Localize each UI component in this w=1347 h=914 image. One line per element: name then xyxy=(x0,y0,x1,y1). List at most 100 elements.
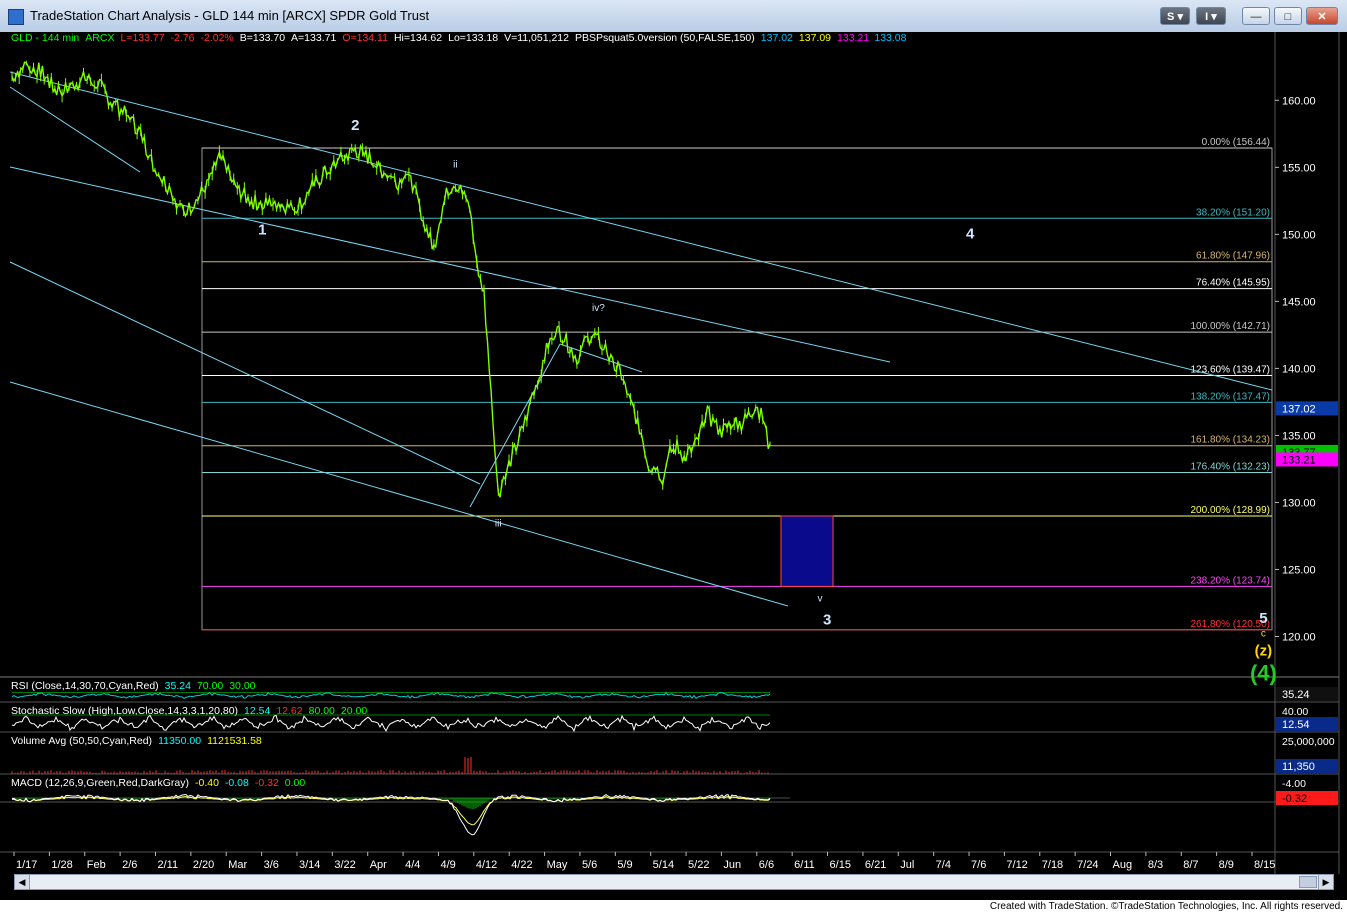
window-title: TradeStation Chart Analysis - GLD 144 mi… xyxy=(30,8,430,23)
wave-label: (4) xyxy=(1250,661,1277,686)
indicator-last-label: 11,350 xyxy=(1282,761,1315,773)
time-axis-label: 5/14 xyxy=(653,859,674,871)
minimize-button[interactable]: — xyxy=(1242,7,1270,25)
wave-label: 3 xyxy=(823,611,831,628)
price-axis-label: 145.00 xyxy=(1282,296,1316,308)
fib-level-label: 61.80% (147.96) xyxy=(1196,251,1270,262)
header-item: ARCX xyxy=(85,32,114,44)
price-axis-label: 120.00 xyxy=(1282,631,1316,643)
wave-label: (z) xyxy=(1255,642,1273,659)
indicator-title: RSI (Close,14,30,70,Cyan,Red) 35.24 70.00 3… xyxy=(11,680,256,692)
time-axis-label: 3/6 xyxy=(264,859,279,871)
indicator-value: 70.00 xyxy=(197,680,223,692)
chevron-down-icon: ▾ xyxy=(1211,11,1217,23)
fib-level-label: 0.00% (156.44) xyxy=(1202,137,1270,148)
price-tag-label: 133.21 xyxy=(1282,454,1316,466)
indicator-value: 1121531.58 xyxy=(207,735,262,747)
time-axis-label: 5/6 xyxy=(582,859,597,871)
fib-level-label: 38.20% (151.20) xyxy=(1196,207,1270,218)
header-item: 137.09 xyxy=(799,32,831,44)
time-axis-label: 6/11 xyxy=(794,859,815,871)
indicator-title: Volume Avg (50,50,Cyan,Red) 11350.00 11215… xyxy=(11,735,262,747)
header-item: 137.02 xyxy=(761,32,793,44)
time-axis-label: Mar xyxy=(228,859,247,871)
minimize-icon: — xyxy=(1250,11,1262,23)
time-axis-label: 7/24 xyxy=(1077,859,1098,871)
time-axis-label: 8/15 xyxy=(1254,859,1275,871)
indicator-value: -0.32 xyxy=(255,777,279,789)
time-axis-label: 8/9 xyxy=(1219,859,1234,871)
indicator-axis-label: -4.00 xyxy=(1282,778,1306,790)
header-item: 133.21 xyxy=(837,32,869,44)
title-bar: TradeStation Chart Analysis - GLD 144 mi… xyxy=(0,0,1347,33)
time-axis-label: 6/21 xyxy=(865,859,886,871)
price-axis-label: 130.00 xyxy=(1282,497,1316,509)
time-axis-label: Feb xyxy=(87,859,106,871)
close-icon: ✕ xyxy=(1317,11,1327,23)
header-item: 133.08 xyxy=(874,32,906,44)
wave-label: 4 xyxy=(966,225,975,242)
time-axis-label: 8/3 xyxy=(1148,859,1163,871)
scroll-right-icon[interactable]: ▶ xyxy=(1318,875,1333,889)
time-axis-label: 7/18 xyxy=(1042,859,1063,871)
indicator-value: 35.24 xyxy=(165,680,191,692)
time-axis-label: 6/15 xyxy=(830,859,851,871)
time-axis-label: 5/9 xyxy=(617,859,632,871)
header-item: A=133.71 xyxy=(291,32,336,44)
indicator-value: 0.00 xyxy=(285,777,306,789)
price-axis-label: 140.00 xyxy=(1282,363,1316,375)
price-axis-label: 150.00 xyxy=(1282,229,1316,241)
symbol-link-label: S xyxy=(1167,11,1175,23)
header-item: B=133.70 xyxy=(240,32,285,44)
fib-level-label: 200.00% (128.99) xyxy=(1190,505,1270,516)
indicator-axis-label: 25,000,000 xyxy=(1282,736,1335,748)
indicator-name: MACD (12,26,9,Green,Red,DarkGray) xyxy=(11,777,189,789)
interval-link-label: I xyxy=(1205,11,1209,23)
header-item: Hi=134.62 xyxy=(394,32,442,44)
price-axis-label: 160.00 xyxy=(1282,95,1316,107)
time-axis-label: 4/22 xyxy=(511,859,532,871)
time-axis-label: 8/7 xyxy=(1183,859,1198,871)
header-item: GLD - 144 min xyxy=(11,32,79,44)
time-axis-label: Jul xyxy=(900,859,914,871)
close-button[interactable]: ✕ xyxy=(1306,7,1338,25)
price-axis-label: 155.00 xyxy=(1282,162,1316,174)
wave-label: iii xyxy=(495,519,502,530)
indicator-value: 11350.00 xyxy=(158,735,201,747)
interval-link-button[interactable]: I ▾ xyxy=(1196,7,1226,25)
time-axis-label: 2/11 xyxy=(157,859,178,871)
header-item: -2.02% xyxy=(201,32,234,44)
header-item: Lo=133.18 xyxy=(448,32,498,44)
time-axis-label: 1/28 xyxy=(51,859,72,871)
price-axis-label: 135.00 xyxy=(1282,430,1316,442)
footer-credit: Created with TradeStation. ©TradeStation… xyxy=(989,901,1343,912)
indicator-value: -0.40 xyxy=(195,777,219,789)
wave-label: v xyxy=(818,594,823,605)
time-scrollbar[interactable]: ◀ ▶ xyxy=(14,874,1334,890)
header-item: O=134.11 xyxy=(342,32,388,44)
time-axis-label: May xyxy=(547,859,568,871)
fib-level-label: 161.80% (134.23) xyxy=(1190,435,1270,446)
maximize-icon: □ xyxy=(1284,11,1292,23)
wave-label: ii xyxy=(453,159,457,170)
app-icon xyxy=(8,9,24,25)
indicator-axis-label: 40.00 xyxy=(1282,706,1308,718)
chart-window: TradeStation Chart Analysis - GLD 144 mi… xyxy=(0,0,1347,900)
indicator-value: 30.00 xyxy=(229,680,255,692)
time-axis-label: 3/22 xyxy=(334,859,355,871)
scroll-thumb[interactable] xyxy=(1299,876,1317,888)
time-axis-label: 3/14 xyxy=(299,859,320,871)
time-axis-label: Aug xyxy=(1113,859,1133,871)
chart-canvas[interactable]: 0.00% (156.44) 38.20% (151.20) 61.80% (147… xyxy=(0,32,1347,874)
fib-level-label: 100.00% (142.71) xyxy=(1190,321,1270,332)
time-axis-label: 7/12 xyxy=(1006,859,1027,871)
wave-label: iv? xyxy=(592,303,605,314)
fib-level-label: 261.80% (120.50) xyxy=(1190,619,1270,630)
price-axis-label: 125.00 xyxy=(1282,564,1316,576)
price-tag-label: 137.02 xyxy=(1282,403,1316,415)
maximize-button[interactable]: □ xyxy=(1274,7,1302,25)
symbol-link-button[interactable]: S ▾ xyxy=(1160,7,1190,25)
fib-level-label: 238.20% (123.74) xyxy=(1190,575,1270,586)
chart-header: GLD - 144 min ARCX L=133.77 -2.76 -2.02% B=13… xyxy=(11,32,907,44)
scroll-left-icon[interactable]: ◀ xyxy=(15,875,30,889)
